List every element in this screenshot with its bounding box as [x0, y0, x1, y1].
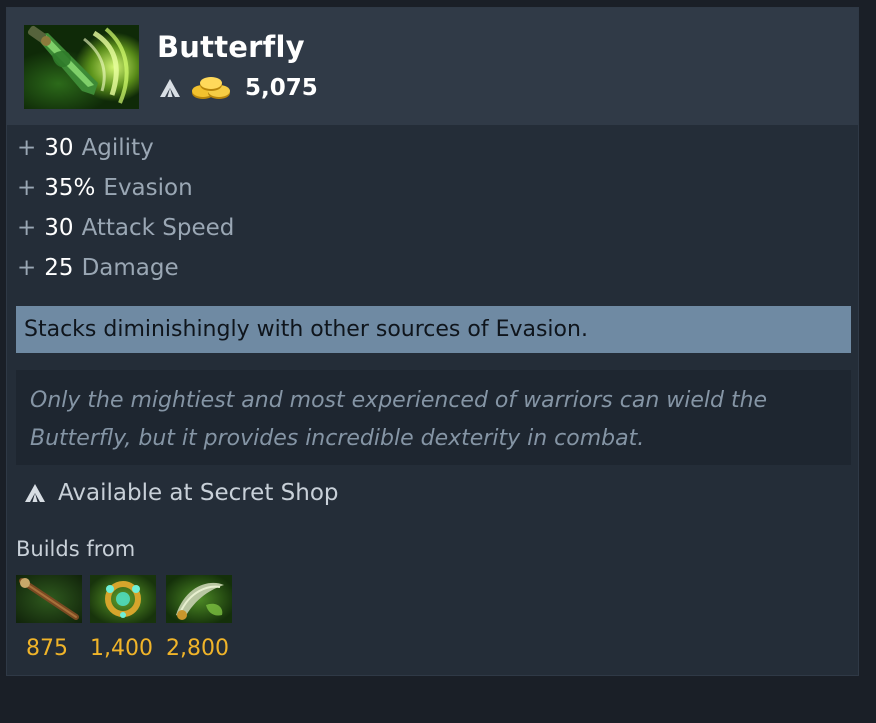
availability-row: Available at Secret Shop [24, 478, 339, 508]
attribute-plus: + [17, 215, 37, 241]
attribute-row: +25 Damage [17, 255, 179, 281]
attribute-value: 25 [44, 255, 74, 281]
component-item-staff[interactable] [16, 575, 82, 623]
attribute-value: 30 [44, 135, 74, 161]
gold-coins-icon [192, 77, 230, 99]
attribute-label: Evasion [103, 175, 193, 201]
lore-text: Only the mightiest and most experienced … [16, 370, 851, 465]
item-tooltip: Butterfly 5,075 +30 Agility +35% Evasion +… [6, 7, 859, 676]
builds-from-label: Builds from [16, 537, 136, 561]
attribute-plus: + [17, 255, 37, 281]
sword-icon [176, 582, 224, 620]
secret-shop-icon [160, 79, 180, 97]
availability-text: Available at Secret Shop [58, 480, 339, 506]
component-cost: 2,800 [166, 636, 229, 661]
attribute-row: +30 Attack Speed [17, 215, 234, 241]
attribute-row: +30 Agility [17, 135, 154, 161]
ring-icon [105, 581, 141, 618]
attribute-label: Attack Speed [81, 215, 235, 241]
attribute-plus: + [17, 135, 37, 161]
staff-icon [19, 578, 79, 620]
butterfly-item-image [24, 25, 139, 109]
attribute-plus: + [17, 175, 37, 201]
item-cost: 5,075 [245, 75, 318, 101]
attribute-label: Agility [81, 135, 154, 161]
evasion-note: Stacks diminishingly with other sources … [16, 306, 851, 353]
item-cost-row: 5,075 [159, 73, 318, 103]
item-title: Butterfly [157, 30, 305, 64]
attribute-label: Damage [81, 255, 179, 281]
component-item-ring[interactable] [90, 575, 156, 623]
attribute-row: +35% Evasion [17, 175, 193, 201]
secret-shop-icon [25, 484, 45, 502]
tooltip-header: Butterfly 5,075 [7, 8, 858, 125]
attribute-value: 30 [44, 215, 74, 241]
attribute-value: 35% [44, 175, 96, 201]
component-cost: 1,400 [90, 636, 153, 661]
component-item-blade[interactable] [166, 575, 232, 623]
component-cost: 875 [26, 636, 68, 661]
